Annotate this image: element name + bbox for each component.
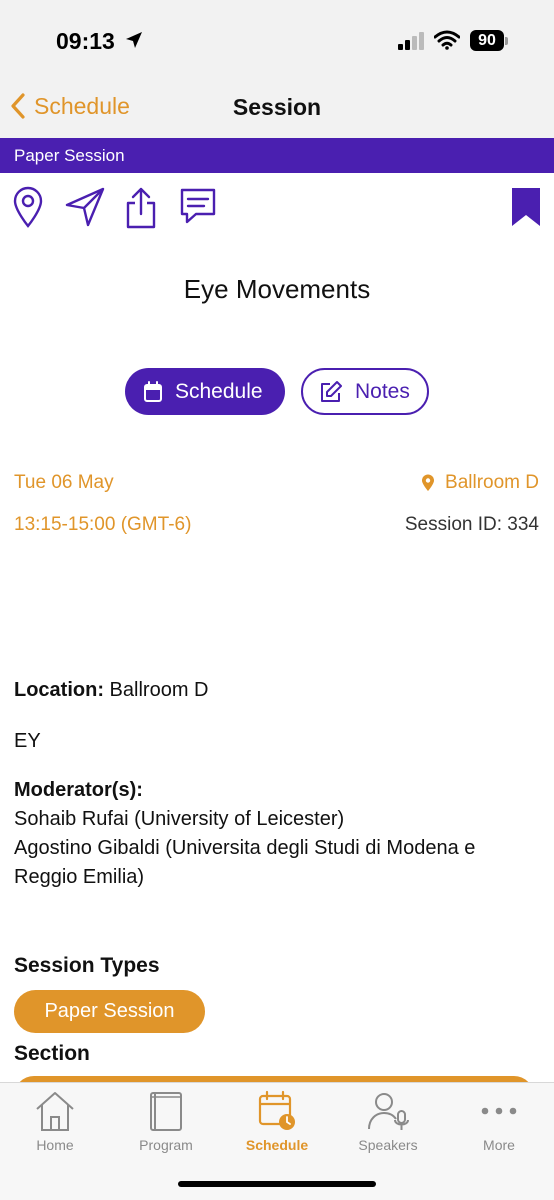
session-room-label: Ballroom D xyxy=(445,472,539,493)
battery-indicator: 90 xyxy=(470,30,504,51)
tab-home-label: Home xyxy=(36,1137,74,1153)
tab-more-label: More xyxy=(483,1137,515,1153)
tab-program[interactable]: Program xyxy=(111,1089,221,1153)
session-date: Tue 06 May xyxy=(14,472,114,493)
session-title: Eye Movements xyxy=(183,274,371,304)
more-dots-icon xyxy=(481,1107,517,1115)
location-arrow-icon xyxy=(126,32,142,48)
calendar-clock-icon xyxy=(258,1090,295,1130)
moderators-label: Moderator(s): xyxy=(14,779,143,801)
edit-note-icon xyxy=(321,380,342,402)
calendar-icon xyxy=(144,380,162,402)
location-line: Location: Ballroom D xyxy=(14,676,540,705)
location-pin-icon[interactable] xyxy=(12,186,44,228)
tab-speakers-label: Speakers xyxy=(358,1137,418,1153)
session-details: Location: Ballroom D EY Moderator(s): So… xyxy=(14,676,540,892)
home-indicator[interactable] xyxy=(178,1181,376,1187)
session-room[interactable]: Ballroom D xyxy=(421,472,539,494)
add-to-schedule-button[interactable]: Schedule xyxy=(125,368,285,415)
book-icon xyxy=(150,1092,182,1131)
schedule-button-label: Schedule xyxy=(175,379,263,403)
bookmark-icon[interactable] xyxy=(510,186,542,228)
tab-schedule[interactable]: Schedule xyxy=(222,1089,332,1153)
map-pin-icon xyxy=(422,474,435,491)
tab-home[interactable]: Home xyxy=(0,1089,110,1153)
home-icon xyxy=(36,1092,74,1131)
tab-speakers[interactable]: Speakers xyxy=(333,1089,443,1153)
location-label: Location: xyxy=(14,679,104,701)
session-type-pill[interactable]: Paper Session xyxy=(14,990,205,1033)
cellular-signal-icon xyxy=(398,32,424,50)
navigate-icon[interactable] xyxy=(64,186,106,228)
wifi-icon xyxy=(434,30,460,50)
notes-button-label: Notes xyxy=(355,379,410,403)
status-bar: 09:13 90 xyxy=(0,0,554,80)
navigation-bar: Schedule Session xyxy=(0,80,554,138)
page-title: Session xyxy=(232,94,322,120)
tab-schedule-label: Schedule xyxy=(245,1137,309,1153)
location-value: Ballroom D xyxy=(104,679,209,701)
tab-program-label: Program xyxy=(139,1137,193,1153)
session-code: EY xyxy=(14,730,41,752)
moderators-block: Moderator(s): Sohaib Rufai (University o… xyxy=(14,776,540,892)
share-icon[interactable] xyxy=(124,186,158,230)
status-time: 09:13 xyxy=(56,28,115,54)
session-type-banner: Paper Session xyxy=(0,138,554,173)
comment-icon[interactable] xyxy=(178,186,218,228)
session-id: Session ID: 334 xyxy=(404,514,539,535)
moderator-item: Agostino Gibaldi (Universita degli Studi… xyxy=(14,837,476,888)
notes-button[interactable]: Notes xyxy=(301,368,429,415)
session-types-heading: Session Types xyxy=(14,954,160,977)
tab-more[interactable]: More xyxy=(444,1089,554,1153)
session-time: 13:15-15:00 (GMT-6) xyxy=(14,514,192,535)
speaker-icon xyxy=(368,1093,409,1130)
moderator-item: Sohaib Rufai (University of Leicester) xyxy=(14,808,345,830)
action-toolbar xyxy=(0,186,554,232)
section-heading: Section xyxy=(14,1042,90,1065)
battery-cap xyxy=(505,37,508,45)
